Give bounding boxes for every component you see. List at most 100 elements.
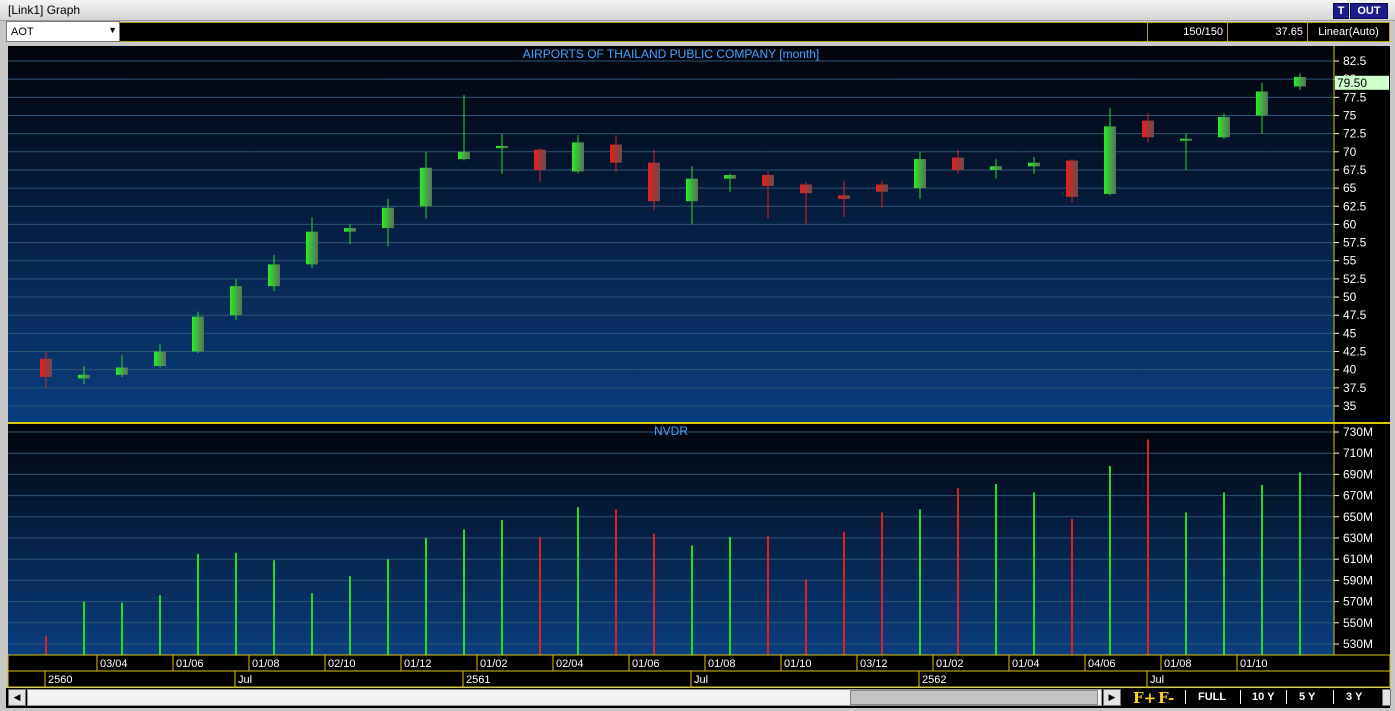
- candle-body: [914, 159, 926, 189]
- divider: [1240, 690, 1241, 704]
- window-title: [Link1] Graph: [8, 3, 81, 17]
- price-tick-label: 45: [1343, 326, 1357, 340]
- candle-body: [344, 228, 356, 232]
- volume-tick-label: 670M: [1343, 489, 1373, 503]
- price-plot-bg: [8, 46, 1334, 422]
- month-tick-label: 01/04: [1012, 658, 1040, 670]
- month-tick-label: 01/06: [176, 658, 204, 670]
- month-tick-label: 01/06: [632, 658, 660, 670]
- candle-body: [648, 162, 660, 202]
- candle-body: [192, 316, 204, 352]
- candle-body: [116, 367, 128, 375]
- month-tick-label: 01/12: [404, 658, 432, 670]
- price-tick-label: 77.5: [1343, 90, 1367, 104]
- month-tick-label: 02/10: [328, 658, 356, 670]
- range-full-button[interactable]: FULL: [1198, 691, 1226, 703]
- scroll-thumb[interactable]: [850, 690, 1098, 705]
- cursor-value: 37.65: [1227, 22, 1307, 42]
- month-tick-label: 01/02: [936, 658, 964, 670]
- candle-body: [1256, 91, 1268, 116]
- divider: [1185, 690, 1186, 704]
- price-panel: 82.58077.57572.57067.56562.56057.55552.5…: [8, 46, 1390, 422]
- volume-tick-label: 610M: [1343, 552, 1373, 566]
- range-5y-button[interactable]: 5 Y: [1299, 691, 1315, 703]
- month-tick-label: 01/08: [252, 658, 280, 670]
- month-tick-label: 01/08: [1164, 658, 1192, 670]
- window-titlebar: [Link1] Graph T OUT: [0, 0, 1395, 21]
- year-tick-label: Jul: [238, 674, 252, 686]
- candle-body: [154, 351, 166, 367]
- triangle-down-icon[interactable]: ▼: [108, 25, 117, 35]
- price-tick-label: 42.5: [1343, 345, 1367, 359]
- triangle-right-icon[interactable]: ▶: [1103, 689, 1121, 706]
- divider: [1286, 690, 1287, 704]
- year-tick-label: 2561: [466, 674, 490, 686]
- price-tick-label: 62.5: [1343, 199, 1367, 213]
- f-minus-button[interactable]: F-: [1158, 689, 1174, 707]
- candle: [1218, 113, 1230, 139]
- candle-body: [1028, 162, 1040, 167]
- volume-tick-label: 650M: [1343, 510, 1373, 524]
- scale-mode-button[interactable]: Linear(Auto): [1307, 22, 1390, 42]
- volume-tick-label: 550M: [1343, 616, 1373, 630]
- f-plus-button[interactable]: F+: [1133, 689, 1156, 707]
- price-tick-label: 65: [1343, 181, 1357, 195]
- chart-area[interactable]: 82.58077.57572.57067.56562.56057.55552.5…: [0, 43, 1395, 688]
- candle-body: [534, 149, 546, 170]
- candle-body: [268, 264, 280, 287]
- month-tick-label: 03/04: [100, 658, 128, 670]
- month-tick-label: 02/04: [556, 658, 584, 670]
- candle-body: [1104, 126, 1116, 194]
- divider: [1333, 690, 1334, 704]
- candle-body: [1180, 138, 1192, 141]
- x-axis: 03/04 01/06 01/08 02/10 01/12 01/02 02/04 01/06…: [7, 654, 1391, 688]
- price-tick-label: 47.5: [1343, 308, 1367, 322]
- price-tick-label: 40: [1343, 363, 1357, 377]
- volume-plot-bg: [8, 424, 1334, 655]
- last-price-label: 79.50: [1337, 76, 1367, 90]
- month-tick-label: 01/08: [708, 658, 736, 670]
- year-tick-label: 2562: [922, 674, 946, 686]
- price-tick-label: 75: [1343, 108, 1357, 122]
- candle-body: [572, 142, 584, 172]
- volume-tick-label: 710M: [1343, 446, 1373, 460]
- candle-body: [382, 207, 394, 229]
- symbol-select[interactable]: AOT ▼: [6, 21, 120, 42]
- candle-body: [686, 178, 698, 202]
- month-tick-label: 03/12: [860, 658, 888, 670]
- candle-body: [458, 151, 470, 160]
- candle-body: [800, 184, 812, 194]
- price-tick-label: 50: [1343, 290, 1357, 304]
- price-chart-title: AIRPORTS OF THAILAND PUBLIC COMPANY [mon…: [523, 47, 820, 61]
- candle: [1066, 159, 1078, 203]
- candle-body: [838, 195, 850, 199]
- t-button[interactable]: T: [1333, 3, 1349, 19]
- scroll-end[interactable]: [1382, 689, 1391, 706]
- candle-body: [952, 157, 964, 170]
- volume-tick-label: 730M: [1343, 425, 1373, 439]
- out-button[interactable]: OUT: [1350, 3, 1388, 19]
- year-tick-label: 2560: [48, 674, 72, 686]
- price-tick-label: 37.5: [1343, 381, 1367, 395]
- volume-tick-label: 570M: [1343, 595, 1373, 609]
- candle-body: [1294, 76, 1306, 87]
- month-tick-label: 04/06: [1088, 658, 1116, 670]
- symbol-value: AOT: [11, 26, 34, 38]
- price-tick-label: 82.5: [1343, 54, 1367, 68]
- price-tick-label: 57.5: [1343, 236, 1367, 250]
- triangle-left-icon[interactable]: ◀: [8, 689, 26, 706]
- volume-tick-label: 590M: [1343, 573, 1373, 587]
- candle-body: [306, 231, 318, 265]
- price-tick-label: 55: [1343, 254, 1357, 268]
- range-3y-button[interactable]: 3 Y: [1346, 691, 1362, 703]
- price-tick-label: 67.5: [1343, 163, 1367, 177]
- month-tick-label: 01/10: [1240, 658, 1268, 670]
- candle-body: [230, 286, 242, 316]
- candle-body: [1142, 120, 1154, 138]
- range-10y-button[interactable]: 10 Y: [1252, 691, 1274, 703]
- volume-tick-label: 630M: [1343, 531, 1373, 545]
- candle-body: [40, 358, 52, 377]
- candle-body: [610, 144, 622, 163]
- volume-chart-title: NVDR: [654, 424, 688, 438]
- candle-body: [724, 175, 736, 179]
